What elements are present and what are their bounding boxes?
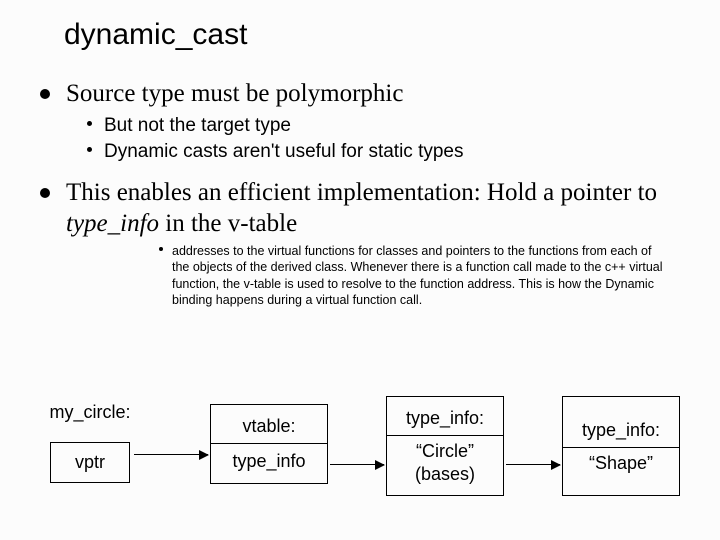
disc-icon <box>40 188 50 198</box>
bullet-2-text-a: This enables an efficient implementation… <box>66 179 657 206</box>
arrow-icon <box>330 464 384 465</box>
box-value: “Circle” <box>416 440 474 463</box>
box-label: vtable: <box>242 413 295 440</box>
box-my-circle: my_circle: vptr <box>30 392 150 492</box>
box-field-vptr: vptr <box>50 442 130 483</box>
dot-icon <box>159 247 163 251</box>
disc-icon <box>40 89 50 99</box>
bullet-1-sub-1-text: But not the target type <box>104 115 291 136</box>
bullet-1-text: Source type must be polymorphic <box>66 80 403 107</box>
bullet-2-type-info: type_info <box>66 210 159 237</box>
dot-icon <box>87 121 92 126</box>
bullet-2-text-b: in the v-table <box>159 210 297 237</box>
box-vtable: vtable: type_info <box>210 404 328 484</box>
box-bases: (bases) <box>415 463 475 486</box>
box-label: my_circle: <box>49 401 130 424</box>
bullet-1: Source type must be polymorphic <box>36 78 684 109</box>
box-label: type_info: <box>582 417 660 444</box>
bullet-2-sub-1: addresses to the virtual functions for c… <box>156 243 684 308</box>
dot-icon <box>87 147 92 152</box>
box-label: type_info: <box>406 405 484 432</box>
slide-title: dynamic_cast <box>64 18 684 52</box>
box-typeinfo-circle: type_info: “Circle” (bases) <box>386 396 504 496</box>
box-value: “Shape” <box>589 452 653 475</box>
box-field-typeinfo: type_info <box>232 448 305 475</box>
bullet-1-sub-1: But not the target type <box>84 113 684 139</box>
vtable-diagram: my_circle: vptr vtable: type_info type_i… <box>0 380 720 530</box>
bullet-1-sub-2-text: Dynamic casts aren't useful for static t… <box>104 141 464 162</box>
box-typeinfo-shape: type_info: “Shape” <box>562 396 680 496</box>
arrow-icon <box>506 464 560 465</box>
arrow-icon <box>134 454 208 455</box>
bullet-2-sub-1-text: addresses to the virtual functions for c… <box>172 244 663 307</box>
bullet-1-sub-2: Dynamic casts aren't useful for static t… <box>84 139 684 165</box>
bullet-2: This enables an efficient implementation… <box>36 177 684 240</box>
